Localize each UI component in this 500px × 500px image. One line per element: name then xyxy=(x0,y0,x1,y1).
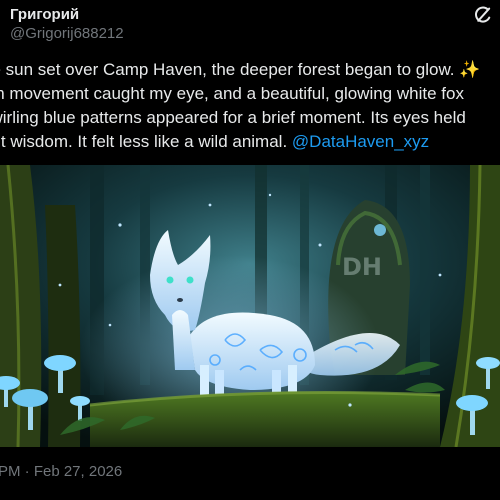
watermark-logo: DH xyxy=(342,253,382,281)
post-text-line: ent wisdom. It felt less like a wild ani… xyxy=(0,132,430,151)
post-body: he sun set over Camp Haven, the deeper f… xyxy=(0,58,500,154)
mention-link[interactable]: @DataHaven_xyz xyxy=(292,132,429,151)
post-text-line: len movement caught my eye, and a beauti… xyxy=(0,84,464,103)
author-handle[interactable]: @Grigorij688212 xyxy=(10,25,124,42)
grok-icon[interactable] xyxy=(472,4,494,26)
post-timestamp[interactable]: PM · Feb 27, 2026 xyxy=(0,463,122,480)
post-header: Григорий @Grigorij688212 xyxy=(0,0,500,50)
post-text-line: swirling blue patterns appeared for a br… xyxy=(0,108,466,127)
post-image[interactable]: DH xyxy=(0,165,500,447)
post-text-line: he sun set over Camp Haven, the deeper f… xyxy=(0,60,481,79)
sparkle-emoji: ✨ xyxy=(459,60,481,79)
author-display-name[interactable]: Григорий xyxy=(10,6,79,23)
